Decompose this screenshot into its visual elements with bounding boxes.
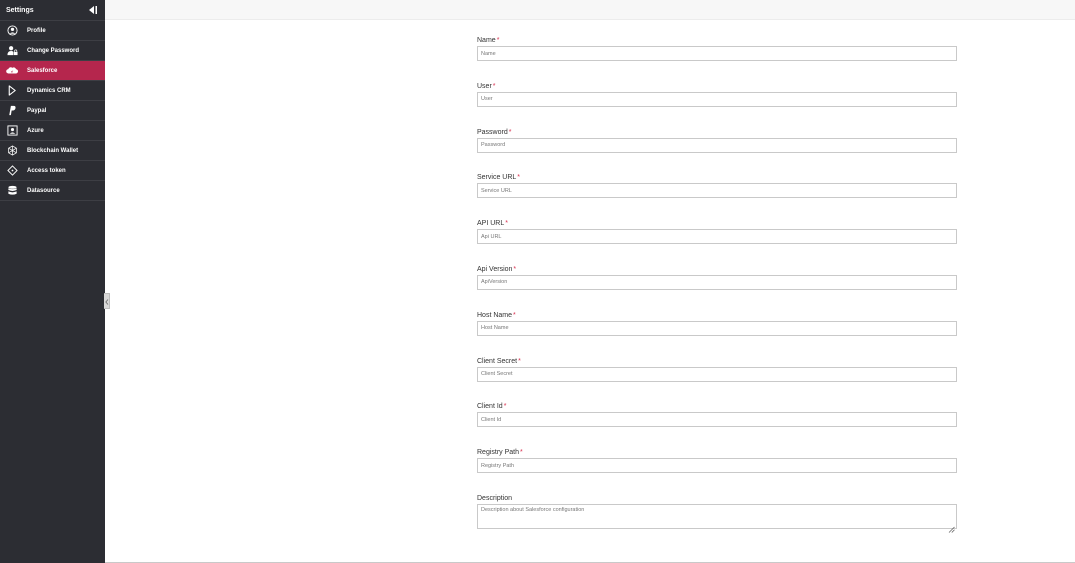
api-url-input[interactable] (477, 229, 957, 245)
sidebar-item-salesforce[interactable]: sf Salesforce (0, 61, 105, 81)
user-label: User* (477, 82, 957, 91)
sidebar-item-label: Access token (27, 167, 66, 174)
description-textarea[interactable] (477, 503, 957, 529)
sidebar-item-label: Salesforce (27, 67, 58, 74)
required-marker: * (508, 128, 512, 136)
salesforce-config-form: Name* User* Password* Service URL* API U… (477, 36, 957, 540)
sidebar-item-label: Paypal (27, 107, 47, 114)
registry-path-field-group: Registry Path* (477, 448, 957, 494)
client-id-input[interactable] (477, 412, 957, 428)
field-label-text: Service URL (477, 174, 517, 182)
top-bar (105, 0, 1075, 20)
sidebar-item-azure[interactable]: Azure (0, 121, 105, 141)
sidebar-item-profile[interactable]: Profile (0, 21, 105, 41)
api-version-field-group: Api Version* (477, 265, 957, 311)
field-label-text: Password (477, 128, 508, 136)
name-field-group: Name* (477, 36, 957, 82)
field-label-text: Client Id (477, 403, 503, 411)
sidebar-header: Settings (0, 0, 105, 21)
field-label-text: User (477, 82, 492, 90)
collapse-sidebar-icon[interactable] (87, 4, 99, 16)
registry-path-label: Registry Path* (477, 448, 957, 457)
api-version-input[interactable] (477, 274, 957, 290)
sidebar-item-label: Dynamics CRM (27, 87, 71, 94)
required-marker: * (496, 37, 500, 44)
required-marker: * (520, 449, 523, 457)
sidebar-item-paypal[interactable]: Paypal (0, 101, 105, 121)
client-secret-input[interactable] (477, 366, 957, 382)
sidebar-item-dynamics-crm[interactable]: Dynamics CRM (0, 81, 105, 101)
host-name-label: Host Name* (477, 311, 957, 320)
azure-icon (6, 125, 18, 137)
name-input[interactable] (477, 46, 957, 61)
password-field-group: Password* (477, 128, 957, 174)
service-url-input[interactable] (477, 183, 957, 199)
sidebar-item-label: Change Password (27, 47, 80, 54)
required-marker: * (513, 265, 517, 273)
description-field-group: Description (477, 494, 957, 540)
client-secret-label: Client Secret* (477, 357, 957, 366)
sidebar-item-label: Azure (27, 127, 44, 134)
field-label-text: Host Name (477, 311, 513, 319)
name-label: Name* (477, 36, 957, 45)
paypal-icon (6, 105, 18, 117)
sidebar-title: Settings (6, 6, 34, 14)
sidebar-item-label: Blockchain Wallet (27, 147, 79, 154)
resize-handle-icon[interactable] (948, 520, 955, 533)
svg-text:sf: sf (11, 70, 13, 73)
description-label: Description (477, 494, 513, 502)
registry-path-input[interactable] (477, 458, 957, 474)
user-input[interactable] (477, 91, 957, 107)
field-label-text: Name (477, 37, 496, 44)
token-icon (6, 165, 18, 177)
settings-nav: Profile Change Password sf Salesforce Dy… (0, 21, 105, 201)
field-label-text: Client Secret (477, 357, 518, 365)
field-label-text: Registry Path (477, 449, 520, 457)
required-marker: * (513, 311, 516, 319)
user-lock-icon (6, 45, 18, 57)
api-url-field-group: API URL* (477, 219, 957, 265)
password-label: Password* (477, 128, 957, 137)
salesforce-cloud-icon: sf (6, 65, 18, 77)
sidebar-item-change-password[interactable]: Change Password (0, 41, 105, 61)
sidebar-item-label: Datasource (27, 187, 60, 194)
password-input[interactable] (477, 137, 957, 153)
required-marker: * (503, 403, 507, 411)
sidebar-item-access-token[interactable]: Access token (0, 161, 105, 181)
sidebar-item-blockchain-wallet[interactable]: Blockchain Wallet (0, 141, 105, 161)
required-marker: * (517, 174, 521, 182)
settings-sidebar: Settings Profile Change Password sf Sale… (0, 0, 105, 563)
api-url-label: API URL* (477, 219, 957, 228)
database-icon (6, 185, 18, 197)
user-circle-icon (6, 25, 18, 37)
client-secret-field-group: Client Secret* (477, 357, 957, 403)
required-marker: * (518, 357, 521, 365)
chevron-left-icon (104, 292, 109, 310)
host-name-input[interactable] (477, 320, 957, 336)
service-url-label: Service URL* (477, 173, 957, 182)
field-label-text: Api Version (477, 265, 513, 273)
client-id-label: Client Id* (477, 402, 957, 411)
api-version-label: Api Version* (477, 265, 957, 274)
service-url-field-group: Service URL* (477, 173, 957, 219)
host-name-field-group: Host Name* (477, 311, 957, 357)
field-label-text: API URL (477, 220, 505, 228)
dynamics-icon (6, 85, 18, 97)
user-field-group: User* (477, 82, 957, 128)
sidebar-item-label: Profile (27, 27, 46, 34)
sidebar-toggle-handle[interactable] (104, 293, 110, 309)
required-marker: * (505, 220, 508, 228)
required-marker: * (492, 82, 496, 90)
description-wrapper (477, 503, 957, 533)
client-id-field-group: Client Id* (477, 402, 957, 448)
sidebar-item-datasource[interactable]: Datasource (0, 181, 105, 201)
blockchain-icon (6, 145, 18, 157)
